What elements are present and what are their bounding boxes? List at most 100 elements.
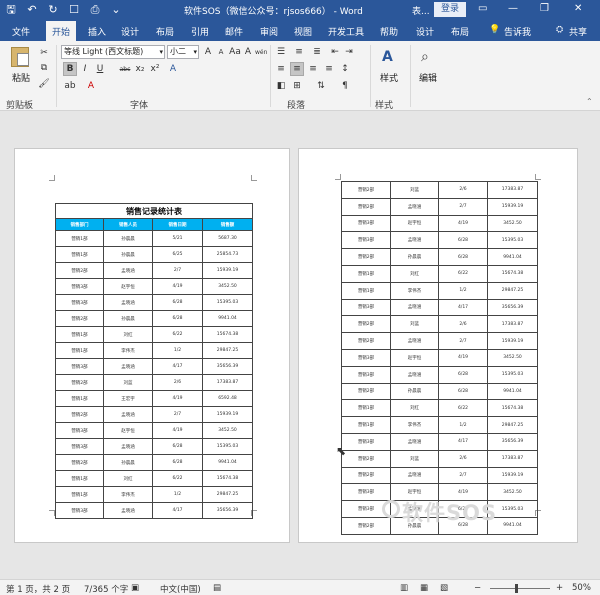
word-count[interactable]: 7/365 个字 <box>84 583 128 595</box>
table-row[interactable]: 营销2部 孙晨晨 6/28 9941.04 <box>341 382 538 401</box>
table-cell[interactable]: 孙晨晨 <box>103 310 153 327</box>
redo-icon[interactable]: ↻ <box>46 3 60 17</box>
strikethrough-button[interactable]: abc <box>118 62 132 76</box>
collapse-ribbon-icon[interactable]: ⌃ <box>586 97 593 106</box>
tab-design[interactable]: 设计 <box>121 25 139 38</box>
table-cell[interactable]: 孙晨晨 <box>390 382 439 401</box>
table-cell[interactable]: 6/22 <box>152 326 203 343</box>
table-row[interactable]: 营销3部 孟晓涵 6/28 15395.03 <box>341 231 538 250</box>
table-cell[interactable]: 孟晓涵 <box>390 332 439 350</box>
table-cell[interactable]: 15939.19 <box>202 262 253 279</box>
table-row[interactable]: 营销1部 李伟杰 1/2 29847.25 <box>341 281 538 300</box>
table-cell[interactable]: 营销1部 <box>55 246 104 263</box>
cut-icon[interactable]: ✂ <box>37 46 51 60</box>
table-cell[interactable]: 29847.25 <box>202 342 253 359</box>
table-row[interactable]: 营销1部 孙晨晨 6/25 25854.73 <box>55 246 253 263</box>
table-cell[interactable]: 营销2部 <box>55 374 104 391</box>
table-cell[interactable]: 营销3部 <box>55 422 104 439</box>
table-cell[interactable]: 15939.19 <box>487 466 538 485</box>
table-cell[interactable]: 15395.03 <box>487 231 538 250</box>
table-cell[interactable]: 35656.39 <box>202 358 253 375</box>
table-cell[interactable]: 6/28 <box>152 454 203 471</box>
paste-button[interactable]: 粘贴 <box>12 71 30 84</box>
language[interactable]: 中文(中国) <box>160 583 201 595</box>
tell-me-search[interactable]: 告诉我 <box>504 25 531 38</box>
table-cell[interactable]: 营销3部 <box>341 214 391 233</box>
table-cell[interactable]: 4/17 <box>438 432 488 451</box>
show-marks-icon[interactable]: ¶ <box>338 79 352 93</box>
tab-review[interactable]: 审阅 <box>260 25 278 38</box>
table-row[interactable]: 营销3部 孟晓涵 6/28 15395.03 <box>55 438 253 455</box>
table-row[interactable]: 营销2部 孟晓涵 2/7 15939.19 <box>55 262 253 279</box>
table-row[interactable]: 营销1部 孙晨晨 5/21 5687.30 <box>55 230 253 247</box>
table-cell[interactable]: 29847.25 <box>487 281 538 300</box>
spellcheck-icon[interactable]: ▣ <box>131 583 139 593</box>
table-cell[interactable]: 营销3部 <box>341 432 391 451</box>
table-cell[interactable]: 营销2部 <box>341 516 391 535</box>
table-cell[interactable]: 15395.03 <box>202 438 253 455</box>
tab-file[interactable]: 文件 <box>12 25 30 38</box>
table-cell[interactable]: 35656.39 <box>202 502 253 519</box>
table-cell[interactable]: 3452.50 <box>202 422 253 439</box>
table-cell[interactable]: 2/7 <box>438 197 488 216</box>
table-cell[interactable]: 2/7 <box>152 262 203 279</box>
minimize-button[interactable]: — <box>508 3 518 14</box>
table-cell[interactable]: 营销3部 <box>341 365 391 384</box>
table-cell[interactable]: 4/19 <box>438 214 488 233</box>
table-cell[interactable]: 孟晓涵 <box>390 432 439 451</box>
table-cell[interactable]: 营销1部 <box>341 399 391 418</box>
table-cell[interactable]: 赵宇恒 <box>390 348 439 367</box>
zoom-slider[interactable] <box>490 588 550 589</box>
italic-button[interactable]: I <box>78 62 92 76</box>
table-cell[interactable]: 孟晓涵 <box>103 358 153 375</box>
table-cell[interactable]: 4/19 <box>438 348 488 367</box>
table-cell[interactable]: 孟晓涵 <box>103 294 153 311</box>
table-cell[interactable]: 1/2 <box>438 416 488 434</box>
table-cell[interactable]: 2/6 <box>438 449 488 468</box>
shading-icon[interactable]: ◧ <box>274 79 288 93</box>
table-cell[interactable]: 6/22 <box>438 399 488 418</box>
sales-table-page-2[interactable]: 营销2部 刘蓝 2/6 17383.87 营销2部 孟晓涵 2/7 15939.19 营销3部赵… <box>341 181 538 535</box>
table-cell[interactable]: 营销1部 <box>341 416 391 434</box>
multilevel-list-icon[interactable]: ≣ <box>310 45 324 59</box>
table-cell[interactable]: 15674.38 <box>487 399 538 418</box>
table-cell[interactable]: 2/6 <box>438 315 488 334</box>
table-cell[interactable]: 营销2部 <box>55 310 104 327</box>
find-icon[interactable]: ⌕ <box>421 49 429 65</box>
borders-icon[interactable]: ⊞ <box>290 79 304 93</box>
macro-record-icon[interactable]: ▤ <box>213 583 221 593</box>
tab-home[interactable]: 开始 <box>46 21 77 41</box>
table-cell[interactable]: 3452.50 <box>487 348 538 367</box>
table-cell[interactable]: 孙晨晨 <box>103 454 153 471</box>
table-cell[interactable]: 营销3部 <box>55 278 104 295</box>
table-row[interactable]: 营销2部 刘蓝 2/6 17383.87 <box>341 449 538 468</box>
table-cell[interactable]: 孟晓涵 <box>390 298 439 317</box>
table-cell[interactable]: 29847.25 <box>487 416 538 434</box>
table-cell[interactable]: 营销2部 <box>55 454 104 471</box>
table-cell[interactable]: 6/25 <box>152 246 203 263</box>
document-canvas[interactable]: 销售记录统计表 销售部门 销售人员 销售日期 销售额 营销1部 孙晨晨 5/21 56… <box>0 112 600 579</box>
format-painter-icon[interactable]: 🖌 <box>37 77 51 91</box>
table-row[interactable]: 营销2部 孟晓涵 2/7 15939.19 <box>341 466 538 485</box>
underline-button[interactable]: U <box>93 62 107 76</box>
undo-icon[interactable]: ↶ <box>25 3 39 17</box>
print-layout-icon[interactable]: ▦ <box>420 583 428 593</box>
align-center-icon[interactable]: ≡ <box>290 62 304 76</box>
table-row[interactable]: 营销1部 刘红 6/22 15674.38 <box>341 399 538 418</box>
styles-icon[interactable]: A <box>382 49 396 65</box>
table-cell[interactable]: 李伟杰 <box>103 342 153 359</box>
table-cell[interactable]: 孟晓涵 <box>103 406 153 423</box>
table-cell[interactable]: 3452.50 <box>487 214 538 233</box>
change-case-button[interactable]: Aa <box>228 45 242 59</box>
ribbon-display-icon[interactable]: ▭ <box>478 3 487 14</box>
table-row[interactable]: 营销2部 刘蓝 2/6 17383.87 <box>341 181 538 199</box>
share-button[interactable]: 共享 <box>569 25 587 38</box>
subscript-button[interactable]: x₂ <box>133 62 147 76</box>
align-right-icon[interactable]: ≡ <box>306 62 320 76</box>
table-cell[interactable]: 6/28 <box>152 310 203 327</box>
touch-mode-icon[interactable]: ☐ <box>67 3 81 17</box>
table-cell[interactable]: 2/7 <box>438 332 488 350</box>
table-cell[interactable]: 15674.38 <box>202 326 253 343</box>
grow-font-button[interactable]: A <box>201 45 215 59</box>
table-cell[interactable]: 3452.50 <box>202 278 253 295</box>
